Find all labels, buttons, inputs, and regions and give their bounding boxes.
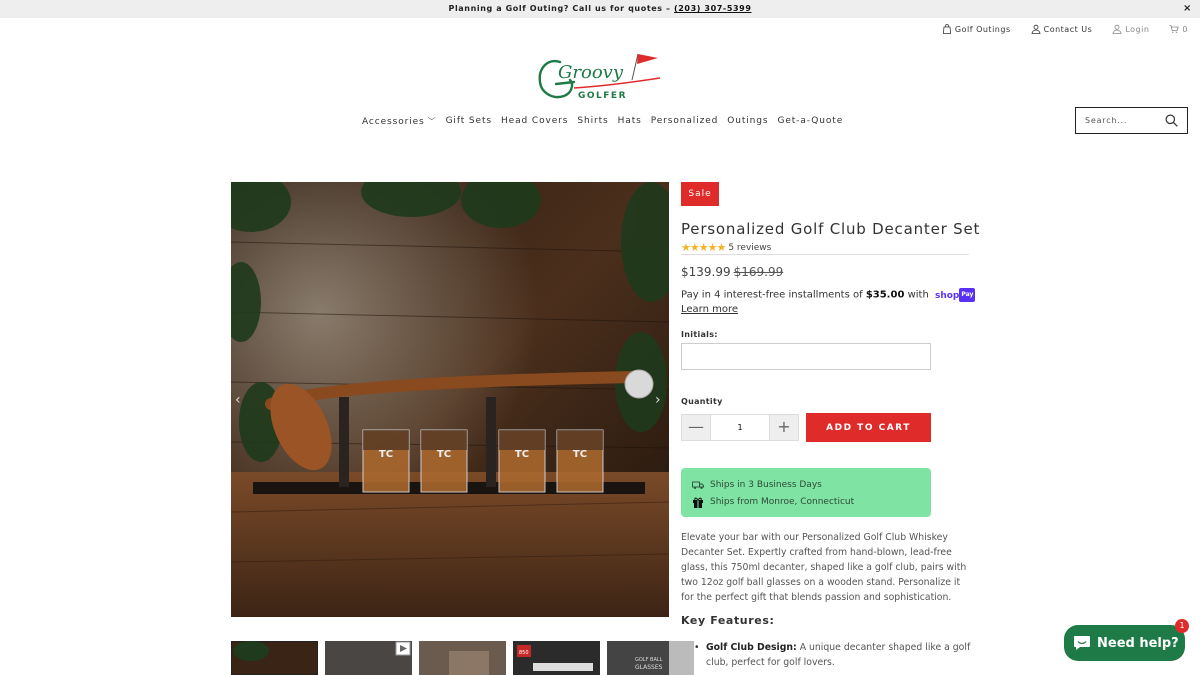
- installments-with: with: [904, 289, 932, 301]
- golf-outings-link[interactable]: Golf Outings: [942, 24, 1011, 34]
- add-to-cart-button[interactable]: ADD TO CART: [806, 413, 931, 442]
- glass-engraving-4: TC: [573, 449, 587, 460]
- nav-item-personalized[interactable]: Personalized: [651, 116, 719, 127]
- nav-item-hats[interactable]: Hats: [618, 116, 642, 127]
- chat-notification-badge: 1: [1175, 619, 1189, 633]
- utility-nav: Golf Outings Contact Us Login 0: [942, 24, 1188, 34]
- chat-help-button[interactable]: Need help? 1: [1064, 619, 1189, 661]
- search-icon[interactable]: [1165, 114, 1178, 127]
- shipping-info-box: Ships in 3 Business Days Ships from Monr…: [681, 468, 931, 517]
- product-title: Personalized Golf Club Decanter Set: [681, 220, 981, 238]
- product-rating[interactable]: ★★★★★ 5 reviews: [681, 241, 771, 254]
- logo-word: Groovy: [558, 62, 624, 83]
- gift-icon: [693, 497, 703, 508]
- nav-item-head-covers[interactable]: Head Covers: [501, 116, 568, 127]
- chevron-down-icon: ﹀: [427, 117, 437, 126]
- compare-price: $169.99: [733, 265, 784, 279]
- nav-item-gift-sets[interactable]: Gift Sets: [446, 116, 492, 127]
- product-main-image[interactable]: TC TC TC TC: [231, 182, 669, 617]
- ships-days-text: Ships in 3 Business Days: [710, 479, 822, 490]
- shop-pay-badge: Pay: [959, 288, 976, 302]
- initials-label: Initials:: [681, 330, 718, 339]
- sale-price: $139.99: [681, 265, 731, 279]
- announcement-phone-link[interactable]: (203) 307-5399: [674, 4, 751, 13]
- shop-pay-logo: shop Pay: [934, 288, 976, 302]
- glass-engraving-3: TC: [515, 449, 529, 460]
- ships-from-row: Ships from Monroe, Connecticut: [692, 493, 931, 510]
- main-nav: Accessories ﹀ Gift Sets Head Covers Shirt…: [362, 116, 843, 127]
- login-link[interactable]: Login: [1112, 24, 1149, 34]
- announcement-text: Planning a Golf Outing? Call us for quot…: [448, 4, 674, 13]
- review-count: 5 reviews: [728, 242, 772, 253]
- chat-help-label: Need help?: [1097, 635, 1179, 651]
- search-box: [1075, 107, 1188, 134]
- ships-from-text: Ships from Monroe, Connecticut: [710, 496, 855, 507]
- key-features-heading: Key Features:: [681, 614, 775, 627]
- feature-list-item: Golf Club Design: A unique decanter shap…: [694, 640, 974, 670]
- quantity-label: Quantity: [681, 397, 723, 406]
- search-input[interactable]: [1076, 108, 1160, 133]
- glass-engraving-2: TC: [437, 449, 451, 460]
- shop-pay-installments: Pay in 4 interest-free installments of $…: [681, 288, 976, 317]
- golf-outings-label: Golf Outings: [954, 24, 1011, 34]
- nav-item-shirts[interactable]: Shirts: [577, 116, 608, 127]
- close-announcement-button[interactable]: ×: [1183, 0, 1192, 18]
- quantity-increase-button[interactable]: +: [770, 415, 798, 440]
- cart-link[interactable]: 0: [1169, 24, 1188, 34]
- star-rating-icons: ★★★★★: [681, 241, 726, 254]
- contact-link[interactable]: Contact Us: [1031, 24, 1093, 34]
- next-image-arrow[interactable]: ›: [655, 392, 661, 408]
- glass-engraving-1: TC: [379, 449, 393, 460]
- ships-days-row: Ships in 3 Business Days: [692, 476, 931, 493]
- quantity-decrease-button[interactable]: —: [682, 415, 710, 440]
- contact-label: Contact Us: [1043, 24, 1093, 34]
- user-icon: [1112, 24, 1122, 34]
- initials-input[interactable]: [681, 343, 931, 370]
- thumb-badge-850: 850: [519, 650, 529, 656]
- sale-badge: Sale: [681, 182, 719, 206]
- login-label: Login: [1125, 24, 1150, 34]
- thumbnail-2-video[interactable]: [325, 641, 412, 675]
- nav-item-outings[interactable]: Outings: [727, 116, 768, 127]
- user-icon: [1031, 24, 1041, 34]
- groovy-golfer-logo[interactable]: Groovy GOLFER: [534, 48, 668, 106]
- learn-more-link[interactable]: Learn more: [681, 303, 975, 317]
- nav-item-accessories[interactable]: Accessories ﹀: [362, 116, 437, 127]
- cart-icon: [1169, 25, 1180, 33]
- feature-title: Golf Club Design:: [706, 642, 797, 653]
- quantity-stepper: — +: [681, 414, 799, 441]
- thumbnail-4[interactable]: 850: [513, 641, 600, 675]
- installment-amount: $35.00: [865, 289, 905, 301]
- thumbnail-strip: 850 GOLF BALL GLASSES: [231, 641, 694, 675]
- price-block: $139.99 $169.99: [681, 265, 783, 279]
- quantity-input[interactable]: [710, 415, 770, 440]
- chat-bubble-icon: [1074, 636, 1090, 650]
- logo-sub: GOLFER: [578, 91, 627, 101]
- thumbnail-5[interactable]: GOLF BALLGLASSES: [607, 641, 694, 675]
- installments-text: Pay in 4 interest-free installments of: [681, 289, 866, 301]
- product-description: Elevate your bar with our Personalized G…: [681, 532, 967, 603]
- divider: [681, 254, 969, 255]
- truck-icon: [692, 481, 704, 489]
- announcement-bar: Planning a Golf Outing? Call us for quot…: [0, 0, 1200, 18]
- thumbnail-1[interactable]: [231, 641, 318, 675]
- nav-item-get-a-quote[interactable]: Get-a-Quote: [778, 116, 844, 127]
- thumb-golf-ball-text: GOLF BALL: [635, 657, 663, 663]
- previous-image-arrow[interactable]: ‹: [235, 392, 241, 408]
- shop-pay-word: shop: [934, 290, 960, 301]
- cart-count: 0: [1182, 24, 1188, 34]
- shopping-bag-icon: [942, 24, 951, 34]
- thumbnail-3[interactable]: [419, 641, 506, 675]
- nav-accessories-label: Accessories: [362, 117, 425, 127]
- thumb-glasses-text: GLASSES: [635, 664, 663, 671]
